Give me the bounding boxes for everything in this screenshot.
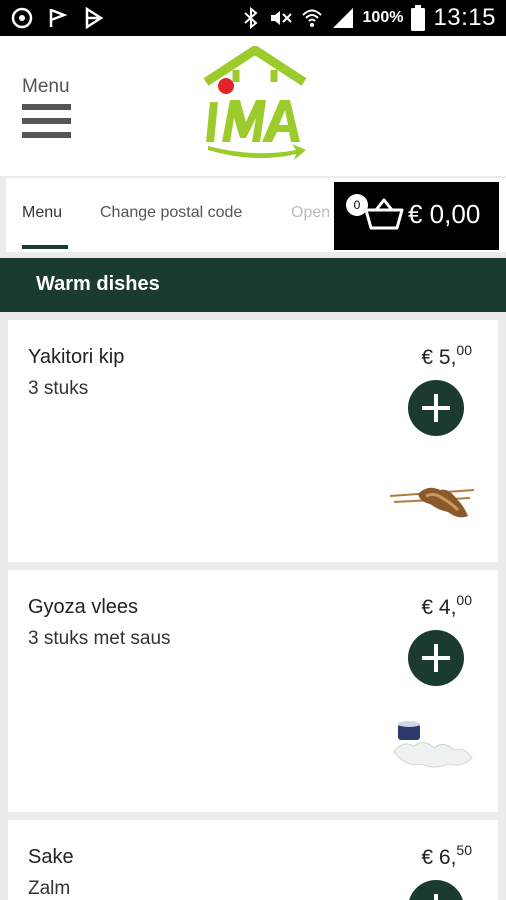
mute-icon [270,11,292,25]
dish-price: € 4,00 [421,592,472,620]
sync-icon [11,7,33,29]
status-bar: 100% 13:15 [0,0,506,36]
price-main: € 4, [421,596,457,619]
tab-menu[interactable]: Menu [22,204,62,222]
battery-icon [411,5,426,31]
app-header: Menu [0,36,506,176]
dish-description: Zalm [28,878,71,899]
section-header: Warm dishes [0,258,506,312]
tab-change-postal-code[interactable]: Change postal code [100,204,242,222]
add-to-cart-button[interactable] [408,630,464,686]
signal-icon [332,8,353,28]
price-cents: 00 [456,342,472,358]
menu-label: Menu [22,76,70,97]
cart-button[interactable]: 0 € 0,00 [334,182,499,250]
dish-description: 3 stuks [28,378,89,399]
dish-price: € 5,00 [421,342,472,370]
flag-icon [49,8,68,27]
menu-button[interactable]: Menu [22,76,78,142]
price-main: € 6, [421,846,457,869]
dish-name: Sake [28,846,74,868]
play-store-icon [85,6,104,30]
add-to-cart-button[interactable] [408,880,464,900]
yakitori-image [389,487,475,518]
cart-total: € 0,00 [408,199,481,229]
basket-icon [364,198,404,230]
dish-name: Yakitori kip [28,346,125,368]
dish-card-yakitori-kip[interactable]: Yakitori kip 3 stuks € 5,00 [8,320,498,562]
section-title: Warm dishes [36,273,160,295]
battery-percent: 100% [362,9,404,26]
gyoza-image [393,721,473,768]
ima-logo [203,46,307,160]
dish-name: Gyoza vlees [28,596,139,618]
hamburger-icon [22,104,78,138]
dish-description: 3 stuks met saus [28,628,171,649]
price-cents: 50 [456,842,472,858]
tab-open[interactable]: Open [291,204,330,222]
wifi-icon [301,9,322,27]
active-tab-indicator [22,245,68,249]
add-to-cart-button[interactable] [408,380,464,436]
dish-card-sake[interactable]: Sake Zalm € 6,50 [8,820,498,900]
dish-price: € 6,50 [421,842,472,870]
bluetooth-icon [243,6,258,30]
price-cents: 00 [456,592,472,608]
dish-card-gyoza-vlees[interactable]: Gyoza vlees 3 stuks met saus € 4,00 [8,570,498,812]
clock: 13:15 [433,4,496,31]
price-main: € 5, [421,346,457,369]
